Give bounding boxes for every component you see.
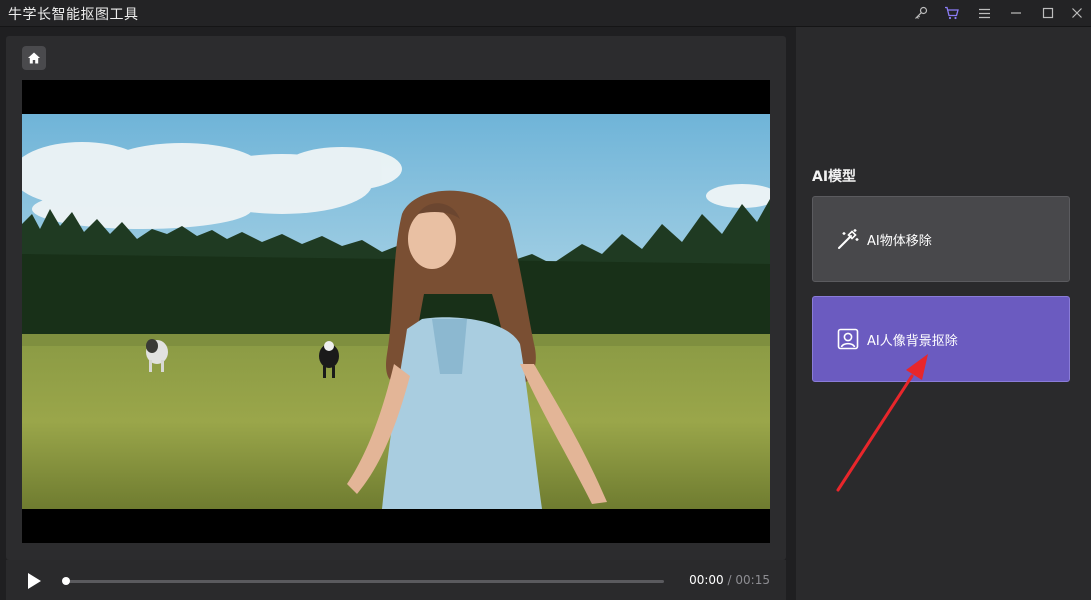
model-panel: AI模型 AI物体移除 AI人像背景抠除 xyxy=(796,27,1091,600)
minimize-icon[interactable] xyxy=(1005,2,1027,24)
progress-knob[interactable] xyxy=(62,577,70,585)
play-button[interactable] xyxy=(24,571,44,591)
play-icon xyxy=(28,573,41,589)
model-label-object-removal: AI物体移除 xyxy=(867,233,932,249)
menu-icon[interactable] xyxy=(973,2,995,24)
section-title: AI模型 xyxy=(812,169,857,185)
current-time: 00:00 xyxy=(689,573,724,587)
video-frame-image xyxy=(22,114,770,509)
total-time: 00:15 xyxy=(735,573,770,587)
model-card-portrait-bg-removal[interactable]: AI人像背景抠除 xyxy=(812,296,1070,382)
app-title: 牛学长智能抠图工具 xyxy=(8,7,139,23)
maximize-icon[interactable] xyxy=(1037,2,1059,24)
cart-icon[interactable] xyxy=(940,2,962,24)
portrait-icon xyxy=(835,326,861,352)
home-button[interactable] xyxy=(22,46,46,70)
home-icon xyxy=(28,52,40,64)
progress-slider[interactable] xyxy=(62,577,664,585)
video-player[interactable] xyxy=(22,80,770,543)
time-display: 00:00 / 00:15 xyxy=(689,573,770,587)
magic-wand-icon xyxy=(835,226,861,252)
player-controls: 00:00 / 00:15 xyxy=(6,560,786,600)
title-bar: 牛学长智能抠图工具 xyxy=(0,0,1091,27)
preview-panel xyxy=(6,36,786,560)
close-icon[interactable] xyxy=(1066,2,1088,24)
key-icon[interactable] xyxy=(910,2,932,24)
model-card-object-removal[interactable]: AI物体移除 xyxy=(812,196,1070,282)
model-label-portrait-bg-removal: AI人像背景抠除 xyxy=(867,333,958,349)
time-separator: / xyxy=(727,573,732,587)
